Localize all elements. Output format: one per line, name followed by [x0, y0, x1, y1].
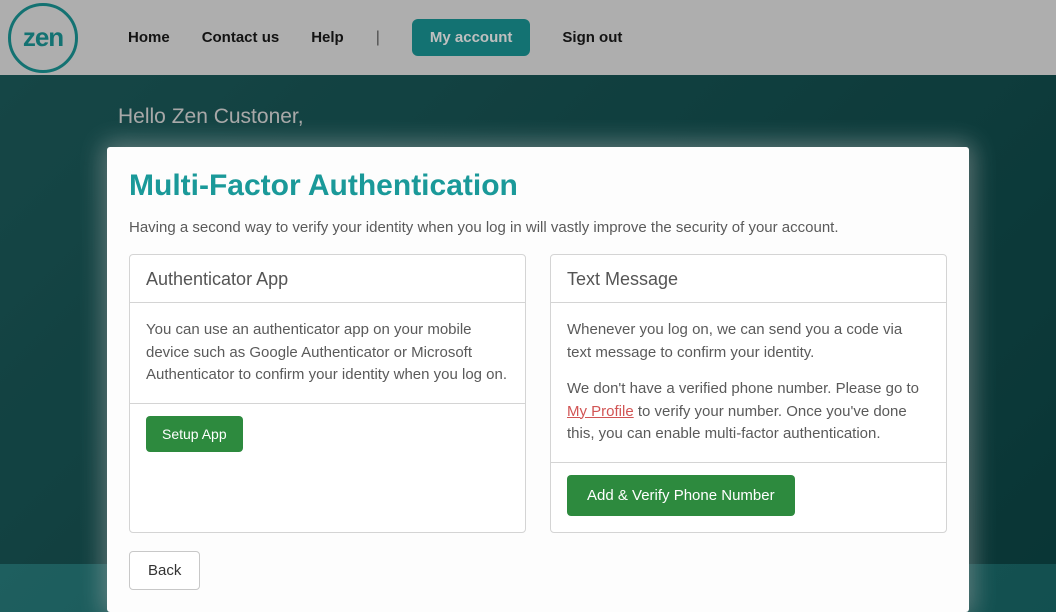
authenticator-card-title: Authenticator App	[130, 255, 525, 303]
modal-description: Having a second way to verify your ident…	[129, 219, 947, 236]
text-2-prefix: We don't have a verified phone number. P…	[567, 380, 919, 397]
mfa-modal: Multi-Factor Authentication Having a sec…	[107, 147, 969, 612]
nav-help[interactable]: Help	[311, 29, 344, 46]
cards-row: Authenticator App You can use an authent…	[129, 254, 947, 533]
greeting-text: Hello Zen Custoner,	[118, 105, 1056, 129]
authenticator-card-text: You can use an authenticator app on your…	[146, 319, 509, 387]
my-profile-link[interactable]: My Profile	[567, 403, 634, 420]
text-message-card-text-2: We don't have a verified phone number. P…	[567, 378, 930, 446]
text-message-card-body: Whenever you log on, we can send you a c…	[551, 303, 946, 462]
header-bar: zen Home Contact us Help | My account Si…	[0, 0, 1056, 75]
back-button[interactable]: Back	[129, 551, 200, 590]
nav-separator: |	[376, 29, 380, 47]
nav-home[interactable]: Home	[128, 29, 170, 46]
add-verify-phone-button[interactable]: Add & Verify Phone Number	[567, 475, 795, 516]
authenticator-card-body: You can use an authenticator app on your…	[130, 303, 525, 403]
setup-app-button[interactable]: Setup App	[146, 416, 243, 452]
brand-logo[interactable]: zen	[8, 3, 78, 73]
back-row: Back	[129, 551, 947, 590]
authenticator-card-footer: Setup App	[130, 403, 525, 468]
nav-contact[interactable]: Contact us	[202, 29, 280, 46]
authenticator-card: Authenticator App You can use an authent…	[129, 254, 526, 533]
text-message-card: Text Message Whenever you log on, we can…	[550, 254, 947, 533]
nav-my-account-button[interactable]: My account	[412, 19, 531, 56]
modal-container: Multi-Factor Authentication Having a sec…	[107, 147, 969, 612]
modal-title: Multi-Factor Authentication	[129, 169, 947, 203]
brand-logo-text: zen	[23, 22, 63, 53]
text-message-card-title: Text Message	[551, 255, 946, 303]
text-message-card-footer: Add & Verify Phone Number	[551, 462, 946, 532]
nav-sign-out[interactable]: Sign out	[562, 29, 622, 46]
text-message-card-text-1: Whenever you log on, we can send you a c…	[567, 319, 930, 364]
nav: Home Contact us Help | My account Sign o…	[128, 19, 622, 56]
